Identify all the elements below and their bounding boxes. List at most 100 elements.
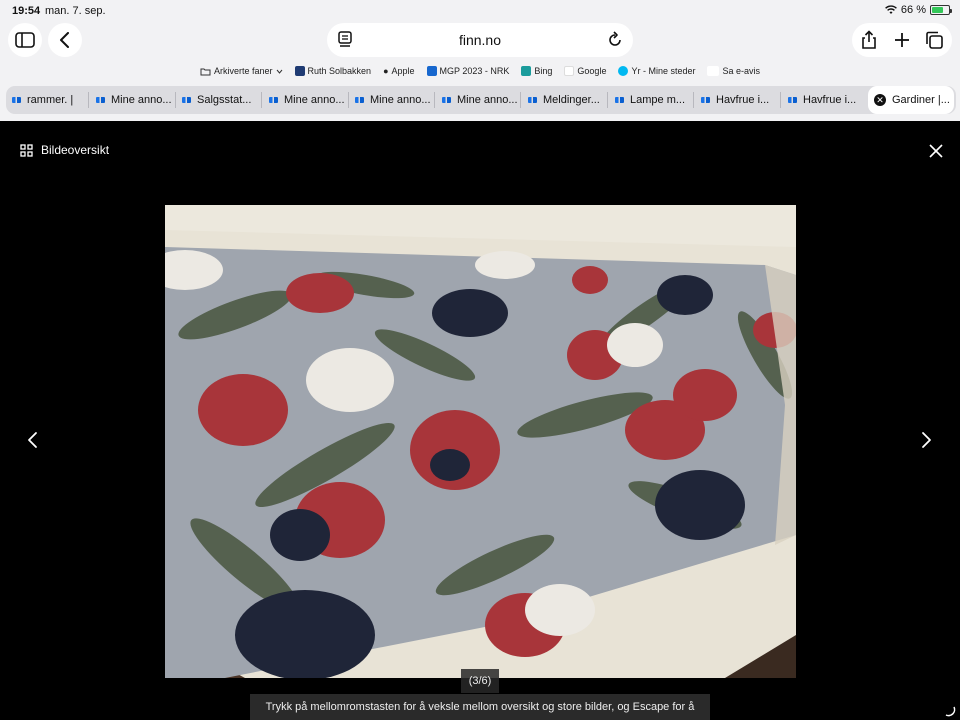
google-favicon-icon: [564, 66, 575, 76]
tab-separator: [520, 92, 521, 108]
tab-item[interactable]: Salgsstat...: [182, 86, 262, 114]
finn-favicon-icon: [442, 97, 451, 103]
tab-label: Mine anno...: [284, 94, 345, 106]
bookmark-google[interactable]: Google: [564, 66, 606, 76]
keyboard-hint: Trykk på mellomromstasten for å veksle m…: [250, 694, 710, 720]
back-button[interactable]: [48, 23, 82, 57]
finn-favicon-icon: [355, 97, 364, 103]
bookmark-label: Ruth Solbakken: [307, 66, 372, 76]
tab-label: Salgsstat...: [197, 94, 252, 106]
tab-label: rammer. |: [27, 94, 74, 106]
grid-icon: [20, 143, 33, 157]
previous-image-icon[interactable]: [26, 431, 40, 449]
tab-item[interactable]: Mine anno...: [96, 86, 176, 114]
close-tab-icon[interactable]: ✕: [874, 94, 886, 106]
tab-separator: [261, 92, 262, 108]
tab-item[interactable]: Havfrue i...: [701, 86, 781, 114]
bookmark-apple[interactable]: ● Apple: [383, 66, 414, 76]
finn-favicon-icon: [788, 97, 797, 103]
image-counter: (3/6): [461, 669, 499, 693]
next-image-icon[interactable]: [919, 431, 933, 449]
status-right: 66 %: [885, 4, 952, 16]
battery-percent: 66 %: [900, 4, 926, 16]
tab-item[interactable]: Mine anno...: [355, 86, 435, 114]
finn-favicon-icon: [615, 97, 624, 103]
finn-favicon-icon: [528, 97, 537, 103]
finn-favicon-icon: [96, 97, 105, 103]
bookmark-label: Arkiverte faner: [213, 66, 273, 76]
bookmark-label: Apple: [391, 66, 415, 76]
curtain-fabric-image: [165, 205, 796, 678]
tab-label: Havfrue i...: [803, 94, 857, 106]
bookmark-label: Bing: [534, 66, 553, 76]
address-bar[interactable]: finn.no: [327, 23, 633, 57]
battery-icon: [930, 5, 952, 15]
tab-label: Mine anno...: [457, 94, 518, 106]
product-photo: [165, 205, 796, 678]
finn-favicon-icon: [701, 97, 710, 103]
bookmark-label: Sa e-avis: [722, 66, 761, 76]
yr-favicon-icon: [618, 66, 629, 76]
finn-favicon-icon: [182, 97, 191, 103]
image-overview-label: Bildeoversikt: [41, 143, 110, 157]
right-toolbar: [852, 23, 952, 57]
tab-separator: [348, 92, 349, 108]
bookmark-sa-eavis[interactable]: Sa e-avis: [707, 66, 760, 76]
tab-separator: [175, 92, 176, 108]
tab-label: Lampe m...: [630, 94, 686, 106]
tab-separator: [607, 92, 608, 108]
bookmark-ruth-solbakken[interactable]: Ruth Solbakken: [294, 66, 372, 76]
url-text[interactable]: finn.no: [327, 32, 633, 48]
status-bar: 19:54 man. 7. sep. 66 %: [0, 0, 960, 22]
tab-item[interactable]: Havfrue i...: [788, 86, 866, 114]
close-icon[interactable]: [928, 143, 944, 159]
sa-favicon-icon: [707, 66, 720, 76]
tab-label: Mine anno...: [370, 94, 431, 106]
apple-icon: ●: [383, 66, 389, 76]
finn-favicon-icon: [12, 97, 21, 103]
tab-label: Mine anno...: [111, 94, 172, 106]
tabs-overview-icon[interactable]: [924, 30, 944, 50]
tab-item[interactable]: Lampe m...: [615, 86, 695, 114]
tab-label: Meldinger...: [543, 94, 600, 106]
new-tab-icon[interactable]: [892, 30, 912, 50]
tab-separator: [780, 92, 781, 108]
sidebar-icon: [15, 32, 35, 48]
bookmark-yr[interactable]: Yr - Mine steder: [618, 66, 695, 76]
tab-item-active[interactable]: ✕ Gardiner |...: [868, 86, 954, 114]
sidebar-button[interactable]: [8, 23, 42, 57]
tab-item[interactable]: Mine anno...: [442, 86, 522, 114]
status-date: man. 7. sep.: [45, 5, 106, 17]
share-icon[interactable]: [859, 30, 879, 50]
nrk-favicon-icon: [426, 66, 437, 76]
tab-item[interactable]: Mine anno...: [269, 86, 349, 114]
tab-separator: [693, 92, 694, 108]
image-overview-button[interactable]: Bildeoversikt: [20, 143, 109, 157]
tab-separator: [88, 92, 89, 108]
bookmark-archived-tabs[interactable]: Arkiverte faner: [200, 66, 283, 76]
wifi-icon: [885, 5, 897, 14]
bookmark-mgp-nrk[interactable]: MGP 2023 - NRK: [426, 66, 510, 76]
loading-icon: [945, 706, 956, 717]
bookmark-label: MGP 2023 - NRK: [439, 66, 510, 76]
bookmark-label: Google: [577, 66, 607, 76]
chevron-down-icon: [276, 69, 282, 74]
tab-strip: rammer. | Mine anno... Salgsstat... Mine…: [6, 86, 956, 114]
bookmarks-bar: Arkiverte faner Ruth Solbakken ● Apple M…: [0, 62, 960, 80]
tab-separator: [434, 92, 435, 108]
bing-favicon-icon: [521, 66, 532, 76]
status-time: 19:54: [12, 5, 41, 17]
finn-favicon-icon: [269, 97, 278, 103]
tab-item[interactable]: Meldinger...: [528, 86, 608, 114]
reload-icon[interactable]: [607, 31, 623, 49]
image-viewer: Bildeoversikt (3/6) Trykk på mellomromst…: [0, 121, 960, 720]
bookmark-label: Yr - Mine steder: [631, 66, 696, 76]
chevron-left-icon: [60, 32, 69, 48]
tab-label: Havfrue i...: [716, 94, 770, 106]
tab-item[interactable]: rammer. |: [12, 86, 92, 114]
grid-favicon-icon: [294, 66, 305, 76]
tab-label: Gardiner |...: [892, 94, 950, 106]
browser-chrome: 19:54 man. 7. sep. 66 % finn.no Arkivert…: [0, 0, 960, 121]
bookmark-bing[interactable]: Bing: [521, 66, 552, 76]
folder-icon: [200, 68, 211, 75]
